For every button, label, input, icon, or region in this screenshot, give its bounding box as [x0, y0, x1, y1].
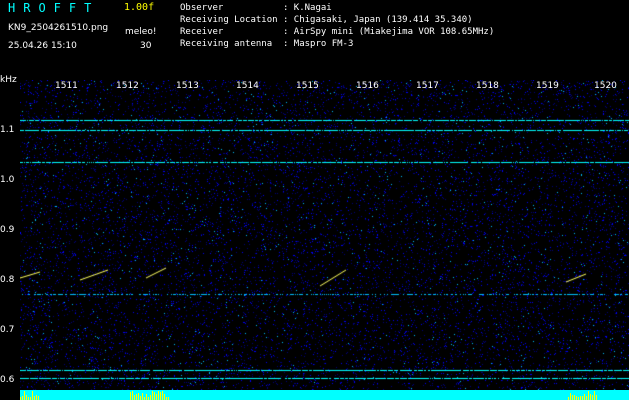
datetime-label: 25.04.26 15:10 [8, 41, 77, 51]
x-tick-label: 1517 [416, 81, 439, 91]
baseline-spike [36, 395, 37, 400]
baseline-spikes [20, 391, 597, 400]
baseline-spike [596, 395, 597, 400]
baseline-spike [588, 391, 589, 400]
baseline-spike [138, 393, 139, 400]
spectrogram-panel: kHz 1.1 1.0 0.9 0.8 0.7 0.6 1511 1512 15… [0, 76, 629, 400]
baseline-spike [586, 396, 587, 400]
app-title: HROFFT [8, 1, 100, 15]
antenna-line: Receiving antenna : Maspro FM-3 [180, 39, 354, 49]
baseline-spike [572, 395, 573, 400]
receiver-line: Receiver : AirSpy mini (Miakejima VOR 10… [180, 27, 495, 37]
baseline-spike [162, 391, 163, 400]
meleo-label: meleo! [125, 27, 157, 37]
baseline-spike [146, 394, 147, 400]
baseline-spike [26, 395, 27, 400]
x-tick-label: 1519 [536, 81, 559, 91]
y-tick-label: 0.7 [0, 325, 15, 335]
x-tick-label: 1516 [356, 81, 379, 91]
baseline-spike [576, 396, 577, 400]
baseline-spike [130, 392, 131, 400]
baseline-spike [584, 394, 585, 400]
baseline-spike [154, 392, 155, 400]
x-tick-label: 1511 [55, 81, 78, 91]
baseline-spike [140, 396, 141, 400]
y-tick-label: 0.6 [0, 375, 15, 385]
x-tick-label: 1518 [476, 81, 499, 91]
baseline-spike [142, 393, 143, 400]
baseline-spike [152, 391, 153, 400]
baseline-spike [34, 396, 35, 400]
baseline-spike [582, 396, 583, 400]
baseline-spike [570, 393, 571, 400]
y-tick-label: 1.0 [0, 175, 15, 185]
y-tick-label: 0.9 [0, 225, 15, 235]
baseline-spike [164, 394, 165, 400]
baseline-spike [594, 391, 595, 400]
baseline-spike [574, 395, 575, 400]
baseline-spike [590, 394, 591, 400]
baseline-spike [580, 396, 581, 400]
baseline-spike [134, 395, 135, 400]
baseline-spike [150, 395, 151, 400]
baseline-spike [22, 396, 23, 400]
baseline-spike [24, 391, 25, 400]
x-tick-label: 1520 [594, 81, 617, 91]
baseline-spike [132, 391, 133, 400]
baseline-spike [136, 394, 137, 400]
y-tick-label: 1.1 [0, 125, 15, 135]
observer-line: Observer : K.Nagai [180, 3, 332, 13]
baseline-spike [156, 394, 157, 400]
header: HROFFT 1.00f KN9_2504261510.png meleo! 2… [0, 0, 629, 80]
x-tick-label: 1514 [236, 81, 259, 91]
baseline-bar [20, 390, 629, 400]
x-tick-label: 1512 [116, 81, 139, 91]
baseline-spike [592, 395, 593, 400]
location-line: Receiving Location : Chigasaki, Japan (1… [180, 15, 473, 25]
x-tick-label: 1513 [176, 81, 199, 91]
baseline-spike [32, 391, 33, 400]
filename-label: KN9_2504261510.png [8, 23, 109, 33]
unit-label: kHz [0, 75, 17, 85]
baseline-spike [38, 396, 39, 400]
spectrogram-waterfall [20, 80, 629, 390]
meleo-value: 30 [140, 41, 152, 51]
baseline-spike [160, 392, 161, 400]
version-label: 1.00f [124, 2, 155, 13]
baseline-spike [158, 391, 159, 400]
x-tick-label: 1515 [296, 81, 319, 91]
y-tick-label: 0.8 [0, 275, 15, 285]
